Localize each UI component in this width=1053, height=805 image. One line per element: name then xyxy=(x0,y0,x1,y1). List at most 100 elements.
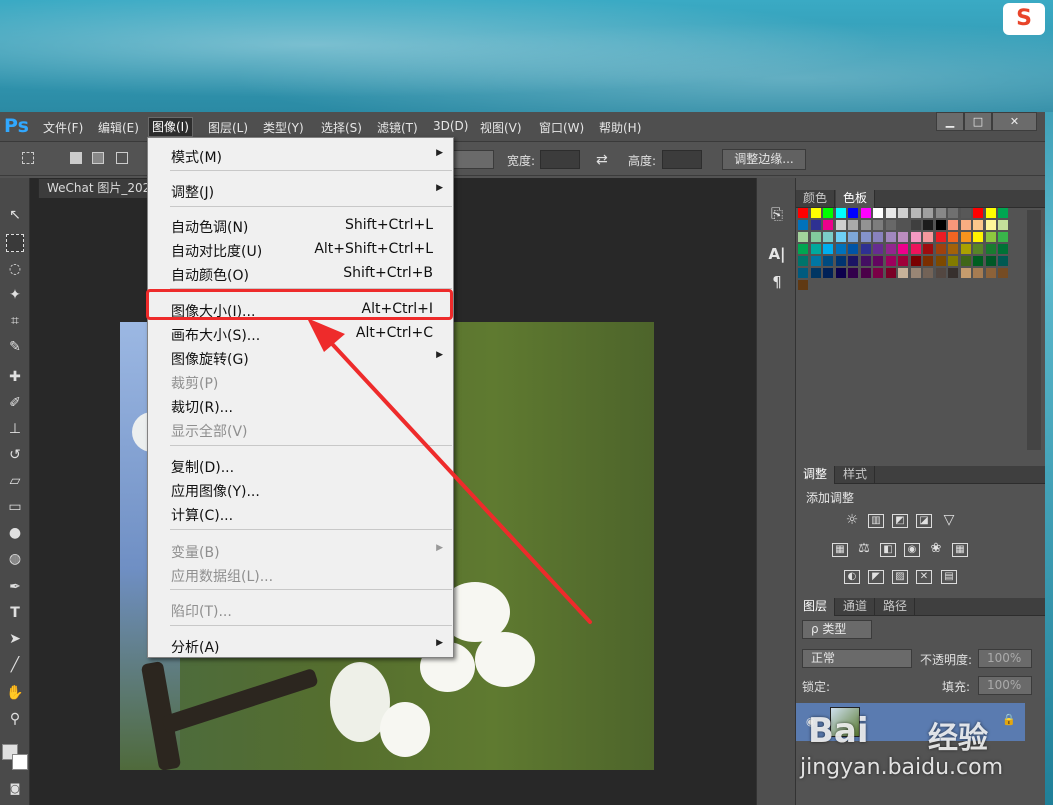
brightness-icon[interactable]: ☼ xyxy=(844,513,860,528)
color-swatch[interactable] xyxy=(985,208,996,218)
color-swatch[interactable] xyxy=(835,268,846,278)
invert-icon[interactable]: ◐ xyxy=(844,570,860,584)
character-panel-icon[interactable]: A| xyxy=(767,244,787,264)
color-swatch[interactable] xyxy=(848,208,858,218)
color-swatch[interactable] xyxy=(948,232,958,242)
color-swatch[interactable] xyxy=(935,208,946,218)
tab-layers[interactable]: 图层 xyxy=(796,598,836,616)
color-swatch[interactable] xyxy=(910,208,921,218)
color-swatch[interactable] xyxy=(885,220,896,230)
move-tool-icon[interactable]: ↖ xyxy=(6,206,24,224)
color-swatch[interactable] xyxy=(935,256,946,266)
style-select[interactable] xyxy=(452,150,494,169)
color-swatch[interactable] xyxy=(973,244,983,254)
color-swatch[interactable] xyxy=(910,232,921,242)
color-swatch[interactable] xyxy=(873,208,883,218)
tab-styles[interactable]: 样式 xyxy=(836,466,876,484)
tab-paths[interactable]: 路径 xyxy=(876,598,916,616)
curves-icon[interactable]: ◩ xyxy=(892,514,908,528)
color-swatch[interactable] xyxy=(835,220,846,230)
hue-saturation-icon[interactable]: ▦ xyxy=(832,543,848,557)
color-swatch[interactable] xyxy=(998,232,1008,242)
color-swatch[interactable] xyxy=(810,268,821,278)
menu-help[interactable]: 帮助(H) xyxy=(599,119,641,136)
color-swatch[interactable] xyxy=(835,232,846,242)
color-swatch[interactable] xyxy=(835,256,846,266)
swap-icon[interactable]: ⇄ xyxy=(596,152,608,168)
color-swatch[interactable] xyxy=(948,244,958,254)
color-swatch[interactable] xyxy=(948,268,958,278)
color-swatch[interactable] xyxy=(985,232,996,242)
color-swatch[interactable] xyxy=(935,232,946,242)
vibrance-icon[interactable]: ▽ xyxy=(941,513,957,528)
restore-button[interactable]: □ xyxy=(964,112,992,131)
tab-color[interactable]: 颜色 xyxy=(796,190,836,208)
color-swatch[interactable] xyxy=(998,208,1008,218)
color-swatch[interactable] xyxy=(898,232,908,242)
selective-color-icon[interactable]: ✕ xyxy=(916,570,932,584)
color-swatch[interactable] xyxy=(823,208,833,218)
path-selection-tool-icon[interactable]: ➤ xyxy=(6,630,24,648)
color-swatch[interactable] xyxy=(935,220,946,230)
menu-file[interactable]: 文件(F) xyxy=(43,119,83,136)
color-swatch[interactable] xyxy=(973,208,983,218)
color-swatch[interactable] xyxy=(835,208,846,218)
color-swatch[interactable] xyxy=(885,256,896,266)
color-swatch[interactable] xyxy=(898,220,908,230)
width-field[interactable] xyxy=(540,150,580,169)
color-swatch[interactable] xyxy=(998,220,1008,230)
color-swatch[interactable] xyxy=(823,220,833,230)
zoom-tool-icon[interactable]: ⚲ xyxy=(6,710,24,728)
history-panel-icon[interactable]: ⎘ xyxy=(767,204,787,224)
hand-tool-icon[interactable]: ✋ xyxy=(6,684,24,702)
marquee-tool-icon[interactable] xyxy=(22,152,34,164)
color-swatch[interactable] xyxy=(860,220,871,230)
eraser-tool-icon[interactable]: ▱ xyxy=(6,472,24,490)
color-swatch[interactable] xyxy=(798,232,808,242)
background-color-swatch[interactable] xyxy=(12,754,28,770)
close-button[interactable]: ✕ xyxy=(992,112,1037,131)
brush-tool-icon[interactable]: ✐ xyxy=(6,394,24,412)
color-swatch[interactable] xyxy=(960,220,971,230)
menu-item-adjust[interactable]: 调整(J) ▶ xyxy=(148,178,453,201)
opacity-field[interactable]: 100% xyxy=(978,649,1032,668)
color-swatch[interactable] xyxy=(860,268,871,278)
add-selection-icon[interactable] xyxy=(92,152,104,164)
color-swatch[interactable] xyxy=(973,256,983,266)
color-swatch[interactable] xyxy=(998,244,1008,254)
paragraph-panel-icon[interactable]: ¶ xyxy=(767,272,787,292)
color-swatch[interactable] xyxy=(923,220,933,230)
color-swatch[interactable] xyxy=(885,208,896,218)
color-balance-icon[interactable]: ⚖ xyxy=(856,542,872,557)
color-swatch[interactable] xyxy=(798,208,808,218)
color-swatch[interactable] xyxy=(810,256,821,266)
menu-type[interactable]: 类型(Y) xyxy=(263,119,304,136)
color-swatch[interactable] xyxy=(985,268,996,278)
color-swatch[interactable] xyxy=(973,268,983,278)
posterize-icon[interactable]: ◤ xyxy=(868,570,884,584)
color-swatch[interactable] xyxy=(860,244,871,254)
color-swatch[interactable] xyxy=(835,244,846,254)
threshold-icon[interactable]: ▨ xyxy=(892,570,908,584)
pen-tool-icon[interactable]: ✒ xyxy=(6,578,24,596)
gradient-tool-icon[interactable]: ▭ xyxy=(6,498,24,516)
color-swatch[interactable] xyxy=(973,220,983,230)
color-swatch[interactable] xyxy=(998,268,1008,278)
menu-item-auto-contrast[interactable]: 自动对比度(U) Alt+Shift+Ctrl+L xyxy=(148,237,453,260)
height-field[interactable] xyxy=(662,150,702,169)
tab-swatches[interactable]: 色板 xyxy=(836,190,876,208)
menu-select[interactable]: 选择(S) xyxy=(321,119,362,136)
magic-wand-tool-icon[interactable]: ✦ xyxy=(6,286,24,304)
color-swatch[interactable] xyxy=(923,232,933,242)
color-swatch[interactable] xyxy=(848,220,858,230)
color-swatch[interactable] xyxy=(810,244,821,254)
color-swatch[interactable] xyxy=(873,256,883,266)
refine-edge-button[interactable]: 调整边缘... xyxy=(722,149,806,170)
menu-item-trim[interactable]: 裁切(R)... xyxy=(148,393,453,416)
levels-icon[interactable]: ▥ xyxy=(868,514,884,528)
color-swatch[interactable] xyxy=(948,208,958,218)
color-swatch[interactable] xyxy=(960,232,971,242)
menu-item-calculations[interactable]: 计算(C)... xyxy=(148,501,453,524)
color-swatch[interactable] xyxy=(923,208,933,218)
color-swatch[interactable] xyxy=(823,232,833,242)
